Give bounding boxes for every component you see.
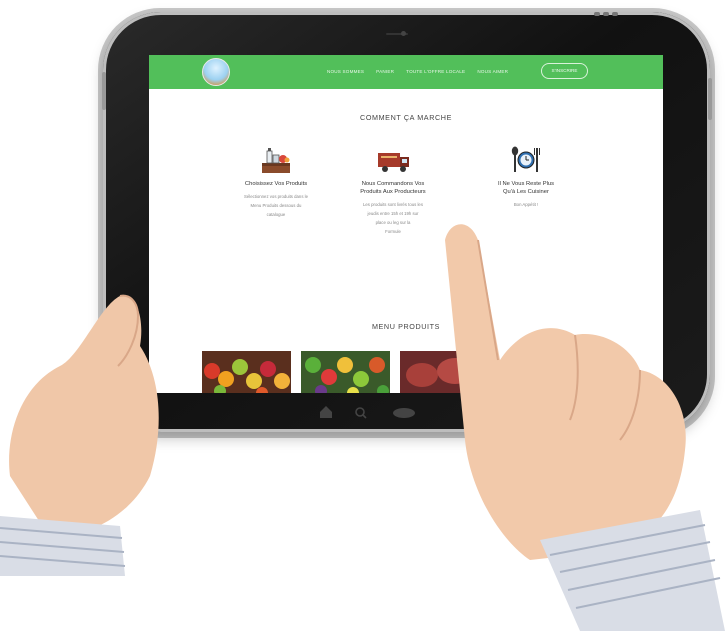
step-title: Nous Commandons Vos Produits Aux Product… (360, 181, 426, 195)
nav-link-cart[interactable]: PANIER (376, 66, 394, 78)
step-description: Sélectionnez vos produits dans le Menu P… (243, 194, 308, 217)
tablet-side-button-right (708, 78, 712, 120)
vegetables-thumbnail[interactable] (301, 351, 390, 393)
step-cook: Il Ne Vous Reste Plus Qu'à Les Cuisiner … (471, 145, 581, 209)
nav-links: NOUS SOMMES PANIER TOUTE L'OFFRE LOCALE … (327, 66, 508, 78)
utensils-clock-icon (509, 145, 543, 175)
signup-button[interactable]: S'INSCRIRE (541, 63, 588, 79)
tablet-camera (401, 31, 406, 36)
nav-link-offer[interactable]: TOUTE L'OFFRE LOCALE (406, 66, 465, 78)
how-it-works-title: COMMENT ÇA MARCHE (360, 113, 452, 122)
tablet-top-buttons (594, 3, 624, 16)
site-navbar: NOUS SOMMES PANIER TOUTE L'OFFRE LOCALE … (149, 55, 663, 89)
step-choose-products: Choisissez Vos Produits Sélectionnez vos… (221, 145, 331, 219)
tablet-side-button (102, 72, 106, 110)
right-hand (445, 224, 725, 631)
farm-products-icon (259, 145, 293, 175)
nav-link-about[interactable]: NOUS SOMMES (327, 66, 364, 78)
nav-link-like[interactable]: NOUS AIMER (477, 66, 508, 78)
tablet-home-bar (320, 406, 415, 419)
fruit-thumbnail[interactable] (202, 351, 291, 393)
left-hand (0, 294, 159, 576)
step-title: Choisissez Vos Produits (244, 181, 308, 187)
site-logo[interactable] (202, 58, 230, 86)
step-description: Bon Appétit ! (513, 202, 539, 207)
tablet-photo: NOUS SOMMES PANIER TOUTE L'OFFRE LOCALE … (0, 0, 725, 631)
step-title: Il Ne Vous Reste Plus Qu'à Les Cuisiner (497, 181, 555, 195)
delivery-truck-icon (376, 145, 410, 175)
